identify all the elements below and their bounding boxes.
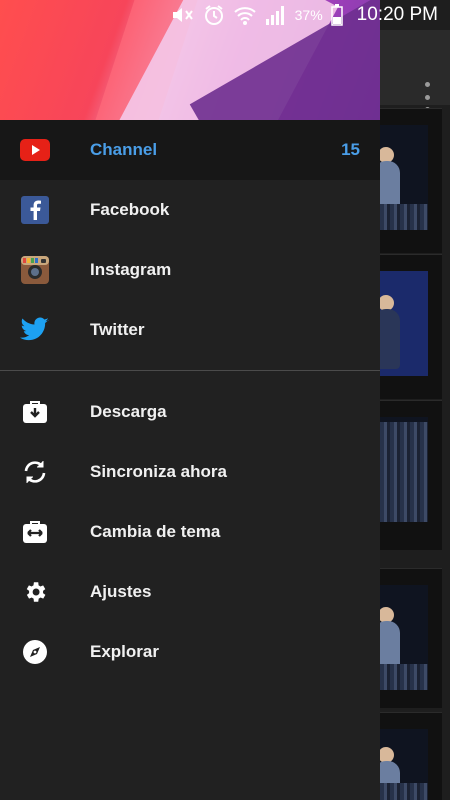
clock: 10:20 PM: [356, 4, 438, 25]
drawer-item-twitter[interactable]: Twitter: [0, 300, 380, 360]
twitter-icon: [20, 315, 50, 345]
drawer-item-descarga[interactable]: Descarga: [0, 382, 380, 442]
signal-icon: [265, 4, 287, 26]
drawer-item-label: Facebook: [90, 200, 170, 219]
battery-percent: 37%: [294, 7, 323, 23]
drawer-item-label: Explorar: [90, 642, 159, 661]
battery-icon: [330, 4, 343, 26]
drawer-item-label: Sincroniza ahora: [90, 462, 227, 481]
compass-icon: [20, 637, 50, 667]
drawer-item-facebook[interactable]: Facebook: [0, 180, 380, 240]
drawer-item-sincroniza[interactable]: Sincroniza ahora: [0, 442, 380, 502]
drawer-item-explorar[interactable]: Explorar: [0, 622, 380, 682]
navigation-drawer: Channel 15 Facebook Instagram Twitter De…: [0, 0, 380, 800]
drawer-menu: Channel 15 Facebook Instagram Twitter De…: [0, 120, 380, 682]
download-icon: [20, 397, 50, 427]
channel-count-badge: 15: [341, 140, 360, 159]
facebook-icon: [20, 195, 50, 225]
drawer-item-label: Ajustes: [90, 582, 152, 601]
drawer-item-ajustes[interactable]: Ajustes: [0, 562, 380, 622]
drawer-item-channel[interactable]: Channel 15: [0, 120, 380, 180]
status-bar: 37% 10:20 PM: [0, 0, 450, 30]
drawer-item-instagram[interactable]: Instagram: [0, 240, 380, 300]
drawer-item-label: Descarga: [90, 402, 167, 421]
drawer-divider: [0, 370, 380, 371]
drawer-item-cambia-tema[interactable]: Cambia de tema: [0, 502, 380, 562]
alarm-icon: [203, 4, 225, 26]
sync-icon: [20, 457, 50, 487]
instagram-icon: [20, 255, 50, 285]
wifi-icon: [233, 4, 257, 26]
youtube-icon: [20, 135, 50, 165]
drawer-item-label: Twitter: [90, 320, 145, 339]
theme-icon: [20, 517, 50, 547]
gear-icon: [20, 577, 50, 607]
drawer-item-label: Cambia de tema: [90, 522, 221, 541]
drawer-item-label: Instagram: [90, 260, 172, 279]
drawer-item-label: Channel: [90, 140, 158, 159]
mute-icon: [171, 4, 195, 26]
